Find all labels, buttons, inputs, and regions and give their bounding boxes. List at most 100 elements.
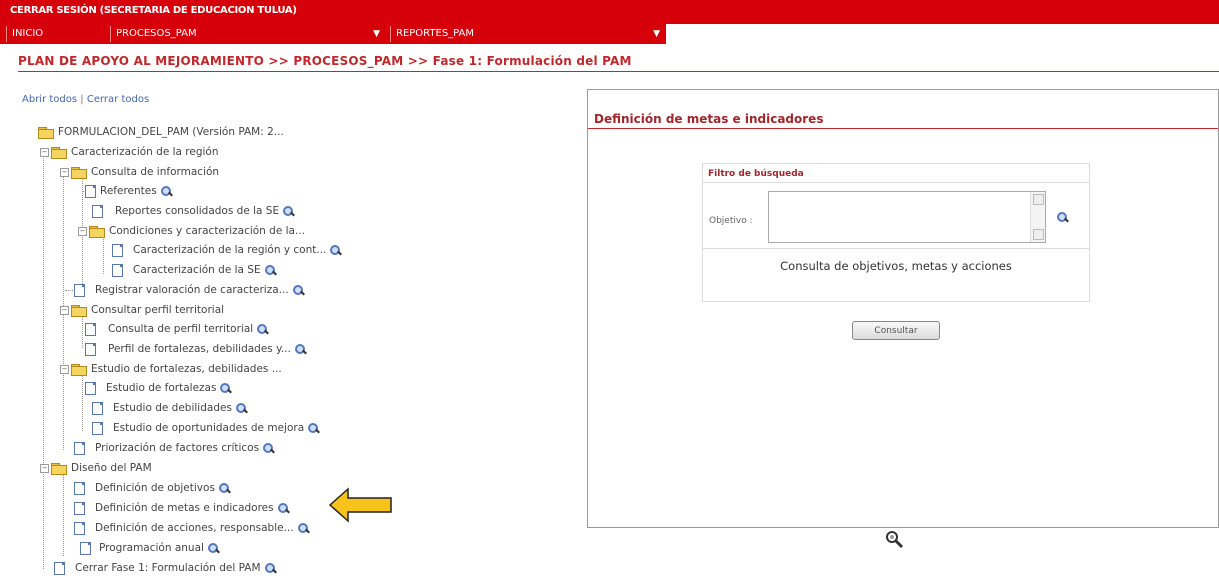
tree-item-caract-region[interactable]: Caracterización de la región y cont... [112,242,342,258]
search-icon[interactable] [207,542,220,555]
folder-open-icon [71,166,87,179]
tree-guide [82,375,83,431]
tree-guide [65,290,73,291]
tree-item-caract-se[interactable]: Caracterización de la SE [112,262,277,278]
tree-guide [43,154,44,569]
nav-procesos-label: PROCESOS_PAM [116,28,197,39]
tree-folder-diseno[interactable]: − Diseño del PAM [40,460,152,476]
chevron-down-icon: ▼ [653,29,660,39]
document-icon [85,184,96,198]
tree-label: Perfil de fortalezas, debilidades y... [108,343,291,355]
tree-item-consulta-perfil[interactable]: Consulta de perfil territorial [85,321,269,337]
tree-label: Estudio de fortalezas [106,382,217,394]
tree-label: Definición de acciones, responsable... [95,522,294,534]
tree-item-metas-indicadores[interactable]: Definición de metas e indicadores [68,500,290,516]
objective-label: Objetivo : [709,216,753,226]
collapse-icon[interactable]: − [60,364,69,374]
scroll-down-icon[interactable] [1033,229,1044,240]
tree-label: Registrar valoración de caracteriza... [95,284,289,296]
search-icon[interactable] [264,562,277,575]
tree-label: Consultar perfil territorial [91,304,225,316]
tree-controls: Abrir todos | Cerrar todos [22,94,149,105]
search-icon[interactable] [277,502,290,515]
tree-guide [82,314,83,348]
search-icon[interactable] [307,422,320,435]
search-icon[interactable] [329,244,342,257]
search-icon[interactable] [282,205,295,218]
tree-item-debilidades[interactable]: Estudio de debilidades [92,400,248,416]
search-icon[interactable] [218,482,231,495]
filter-divider [703,182,1089,183]
tree-item-fortalezas[interactable]: Estudio de fortalezas [85,380,232,396]
collapse-icon[interactable]: − [78,226,87,236]
tree-label: Programación anual [99,542,204,554]
nav-procesos-pam[interactable]: PROCESOS_PAM ▼ [110,26,386,42]
tree-item-perfil-fortalezas[interactable]: Perfil de fortalezas, debilidades y... [85,341,307,357]
close-all-link[interactable]: Cerrar todos [87,94,149,105]
tree-label: Estudio de fortalezas, debilidades ... [91,363,282,375]
search-icon[interactable] [256,323,269,336]
breadcrumb: PLAN DE APOYO AL MEJORAMIENTO >> PROCESO… [18,54,632,68]
tree-label: Caracterización de la SE [133,264,261,276]
collapse-icon[interactable]: − [40,463,49,473]
search-icon[interactable] [160,185,173,198]
search-icon[interactable] [219,382,232,395]
document-icon [74,481,85,495]
tree-root-label: FORMULACION_DEL_PAM (Versión PAM: 2... [58,126,284,138]
panel-title-divider [588,128,1218,129]
tree-item-acciones[interactable]: Definición de acciones, responsable... [68,520,310,536]
tree-folder-consulta-info[interactable]: − Consulta de información [60,164,219,180]
search-icon[interactable] [235,402,248,415]
document-icon [80,541,91,555]
scroll-up-icon[interactable] [1033,194,1044,205]
zoom-icon[interactable] [885,530,905,550]
folder-open-icon [51,462,67,475]
search-icon[interactable] [262,442,275,455]
tree-root[interactable]: FORMULACION_DEL_PAM (Versión PAM: 2... [38,124,284,140]
document-icon [112,243,123,257]
tree-folder-caracterizacion[interactable]: − Caracterización de la región [40,144,219,160]
tree-label: Estudio de debilidades [113,402,232,414]
collapse-icon[interactable]: − [40,147,49,157]
collapse-icon[interactable]: − [60,167,69,177]
search-icon[interactable] [292,284,305,297]
tree-folder-perfil[interactable]: − Consultar perfil territorial [60,302,224,318]
tree-item-objetivos[interactable]: Definición de objetivos [68,480,231,496]
logout-link[interactable]: CERRAR SESIÓN (SECRETARIA DE EDUCACION T… [10,5,297,16]
folder-open-icon [89,225,105,238]
filter-title: Filtro de búsqueda [708,169,804,179]
document-icon [85,381,96,395]
breadcrumb-divider [18,71,1219,72]
tree-label: Estudio de oportunidades de mejora [113,422,305,434]
objective-scrollbar[interactable] [1030,192,1045,242]
tree-item-cerrar-fase[interactable]: Cerrar Fase 1: Formulación del PAM [48,560,277,576]
search-icon[interactable] [1056,211,1069,224]
search-icon[interactable] [294,343,307,356]
tree-label: Condiciones y caracterización de la... [109,225,306,237]
tree-item-oportunidades[interactable]: Estudio de oportunidades de mejora [92,420,320,436]
document-icon [74,283,85,297]
search-icon[interactable] [264,264,277,277]
tree-folder-estudio[interactable]: − Estudio de fortalezas, debilidades ... [60,361,282,377]
pointer-arrow-icon [328,487,392,523]
search-icon[interactable] [297,522,310,535]
tree-item-reportes[interactable]: Reportes consolidados de la SE [92,203,295,219]
nav-inicio[interactable]: INICIO [6,26,104,42]
tree-guide [103,234,104,274]
open-all-link[interactable]: Abrir todos [22,94,77,105]
consultar-button[interactable]: Consultar [852,321,940,340]
collapse-icon[interactable]: − [60,305,69,315]
filter-separator [703,248,1089,249]
tree-item-referentes[interactable]: Referentes [82,183,173,199]
objective-field[interactable] [768,191,1046,243]
tree-label: Diseño del PAM [71,462,152,474]
tree-item-registrar[interactable]: Registrar valoración de caracteriza... [65,282,305,298]
tree-label: Caracterización de la región y cont... [133,244,327,256]
nav-reportes-pam[interactable]: REPORTES_PAM ▼ [390,26,666,42]
tree-label: Cerrar Fase 1: Formulación del PAM [75,562,261,574]
tree-folder-condiciones[interactable]: − Condiciones y caracterización de la... [78,223,305,239]
content-panel: Definición de metas e indicadores Filtro… [587,89,1219,528]
tree-item-priorizacion[interactable]: Priorización de factores críticos [68,440,275,456]
tree-item-programacion[interactable]: Programación anual [74,540,220,556]
chevron-down-icon: ▼ [373,29,380,39]
